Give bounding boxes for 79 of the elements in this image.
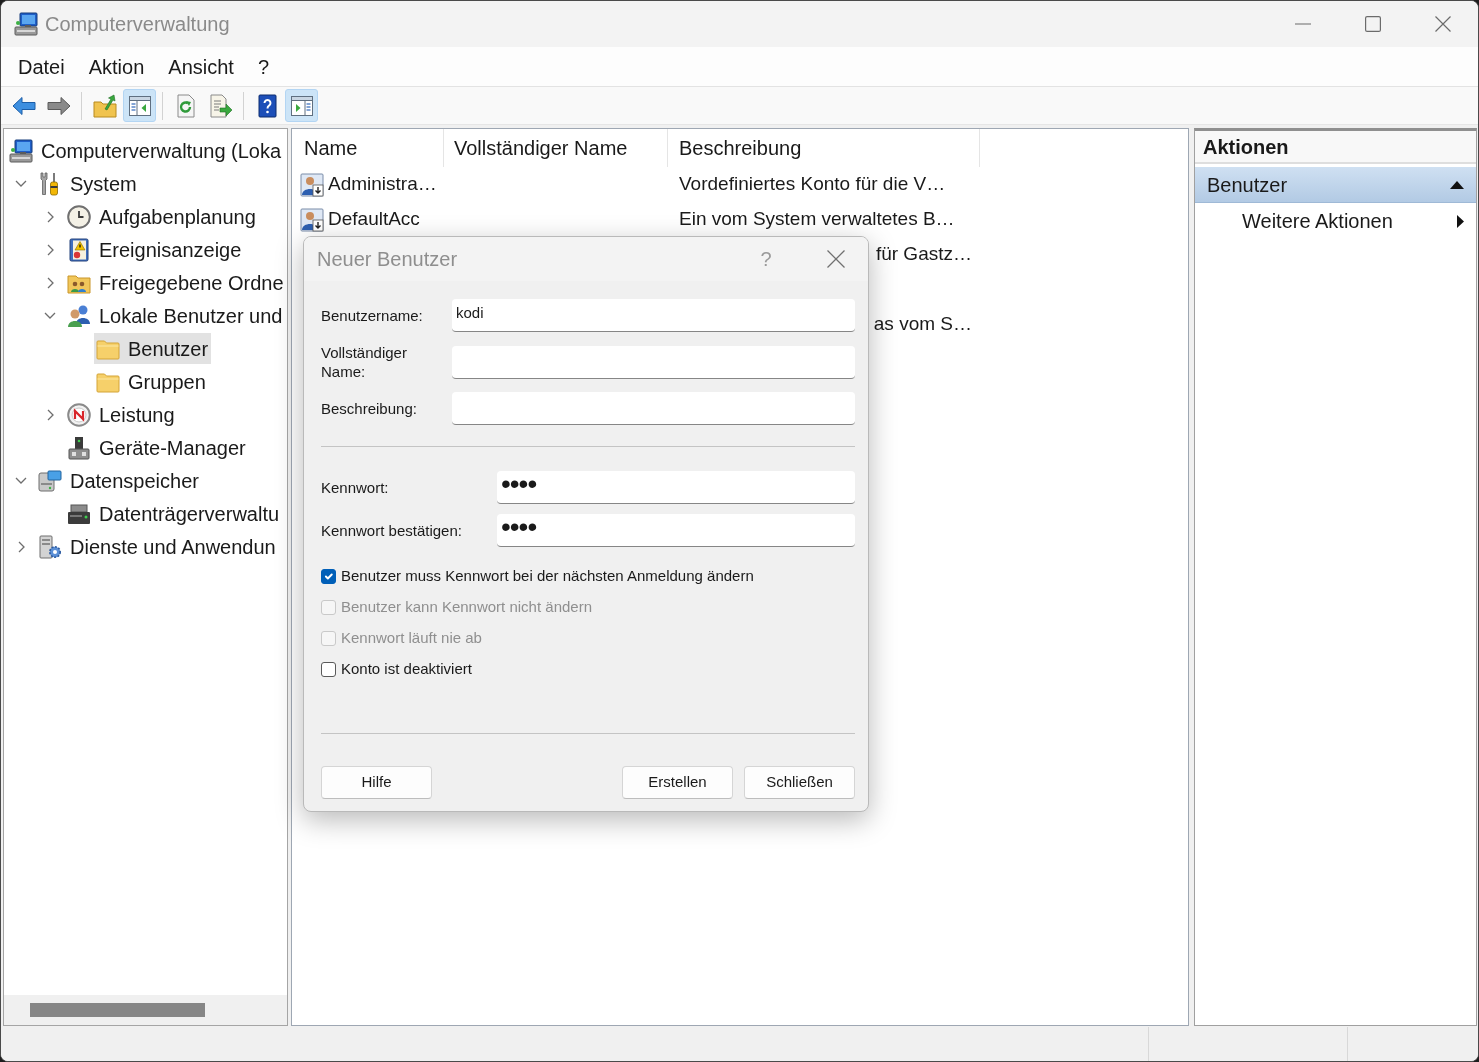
gauge-icon xyxy=(67,402,91,427)
tree-item[interactable]: Datenträgerverwaltu xyxy=(65,498,283,529)
pane-title: Aktionen xyxy=(1195,131,1476,164)
action-item[interactable]: Weitere Aktionen xyxy=(1195,203,1476,239)
tree-item[interactable]: Lokale Benutzer und xyxy=(65,300,286,331)
close-icon xyxy=(1435,16,1451,32)
users-icon xyxy=(67,303,91,328)
tree-item[interactable]: Benutzer xyxy=(94,333,212,364)
text-field[interactable] xyxy=(452,345,855,379)
tree-item[interactable]: Datenspeicher xyxy=(36,465,202,496)
tree-item[interactable]: Leistung xyxy=(65,399,178,430)
toolbar-button[interactable] xyxy=(285,89,318,122)
tree-item[interactable]: Freigegebene Ordne xyxy=(65,267,287,298)
checkbox[interactable] xyxy=(321,662,336,677)
storage-icon xyxy=(38,468,62,493)
tree-item[interactable]: System xyxy=(36,168,140,199)
field-label: Kennwort: xyxy=(321,478,390,497)
chevron-right-icon[interactable] xyxy=(17,540,25,553)
collapse-triangle-icon[interactable] xyxy=(1450,180,1464,189)
chevron-down-icon[interactable] xyxy=(44,312,56,319)
create-button[interactable]: Erstellen xyxy=(622,766,733,799)
tree-item[interactable]: Gruppen xyxy=(94,366,209,397)
window-title: Computerverwaltung xyxy=(45,12,230,37)
chevron-right-icon[interactable] xyxy=(46,243,54,256)
folder-arrow-icon xyxy=(92,93,117,118)
export-list-icon xyxy=(208,93,233,118)
checkbox[interactable] xyxy=(321,569,336,584)
menu-item[interactable]: Ansicht xyxy=(156,51,246,82)
scrollbar-thumb[interactable] xyxy=(30,1003,205,1017)
user-icon xyxy=(300,207,324,232)
tree-item[interactable]: Aufgabenplanung xyxy=(65,201,259,232)
checkbox-label[interactable]: Konto ist deaktiviert xyxy=(341,658,472,681)
chevron-right-icon[interactable] xyxy=(46,408,54,421)
toolbar-button[interactable] xyxy=(123,89,156,122)
dialog-title: Neuer Benutzer xyxy=(316,247,458,272)
text-field[interactable]: kodi xyxy=(452,299,855,332)
tree-item[interactable]: Computerverwaltung (Loka xyxy=(7,135,285,166)
tree-item[interactable]: Dienste und Anwendun xyxy=(36,531,279,562)
computer-icon xyxy=(9,138,33,163)
text-field[interactable] xyxy=(452,392,855,425)
column-header[interactable]: Beschreibung xyxy=(668,129,980,167)
password-field[interactable]: •••• xyxy=(497,514,855,547)
field-label: Kennwort bestätigen: xyxy=(321,521,463,540)
horizontal-scrollbar[interactable] xyxy=(4,995,287,1025)
section-header[interactable]: Benutzer xyxy=(1195,167,1476,203)
checkbox-label[interactable]: Benutzer muss Kennwort bei der nächsten Anmeldung ändern xyxy=(341,565,754,588)
field-label: Vollständiger Name: xyxy=(321,343,408,381)
close-dialog-button[interactable]: Schließen xyxy=(744,766,855,799)
column-header[interactable]: Name xyxy=(292,129,444,167)
description-text: für Gastz… xyxy=(875,243,972,265)
tree-item[interactable]: Geräte-Manager xyxy=(65,432,249,463)
password-field[interactable]: •••• xyxy=(497,471,855,504)
description-text: Vordefiniertes Konto für die V… xyxy=(679,173,946,195)
chevron-down-icon[interactable] xyxy=(15,477,27,484)
close-icon xyxy=(827,250,845,268)
field-label: Benutzername: xyxy=(321,306,424,325)
chevron-down-icon[interactable] xyxy=(15,180,27,187)
device-icon xyxy=(67,435,91,460)
server-gear-icon xyxy=(38,534,62,559)
app-icon xyxy=(14,12,38,36)
minimize-icon xyxy=(1295,23,1311,25)
menu-item[interactable]: Aktion xyxy=(76,51,157,82)
description-text: Ein vom System verwaltetes B… xyxy=(679,208,955,230)
user-name[interactable]: DefaultAcc xyxy=(328,205,420,234)
column-header[interactable]: Vollständiger Name xyxy=(444,129,668,167)
tree-item[interactable]: Ereignisanzeige xyxy=(65,234,245,265)
disk-drive-icon xyxy=(67,501,91,526)
user-icon xyxy=(300,172,324,197)
menu-item[interactable]: Datei xyxy=(6,51,77,82)
maximize-icon xyxy=(1365,16,1381,32)
user-name[interactable]: Administra… xyxy=(328,170,437,199)
help-button[interactable]: Hilfe xyxy=(321,766,432,799)
chevron-right-icon[interactable] xyxy=(46,210,54,223)
clock-icon xyxy=(67,204,91,229)
chevron-right-icon[interactable] xyxy=(46,276,54,289)
event-log-icon xyxy=(67,237,91,262)
menu-item[interactable]: ? xyxy=(245,51,281,82)
field-label: Beschreibung: xyxy=(321,399,418,418)
description-text: as vom S… xyxy=(873,313,972,335)
